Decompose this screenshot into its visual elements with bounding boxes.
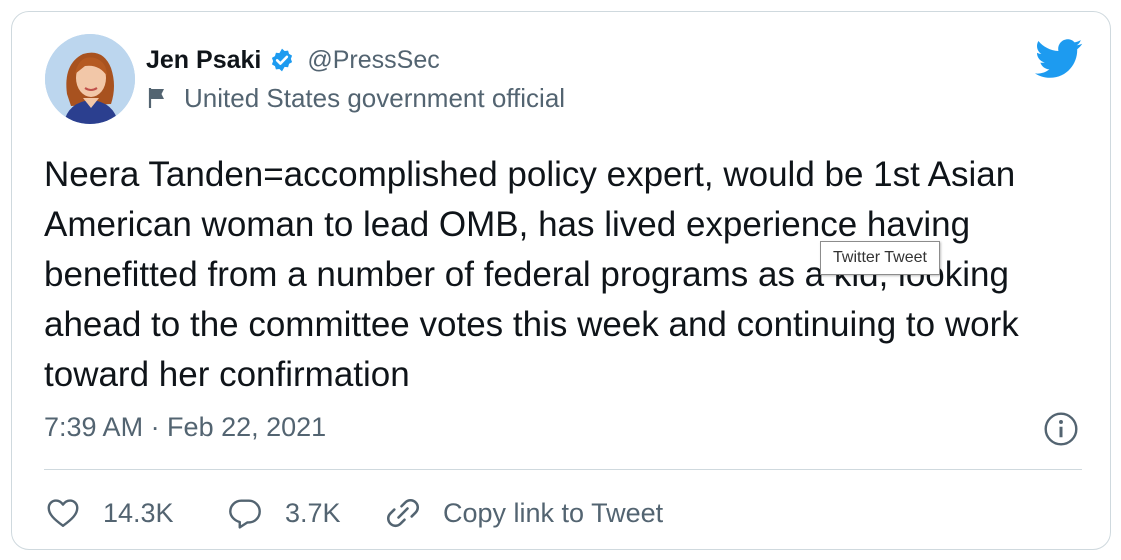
affiliation-row: United States government official [146, 80, 565, 116]
divider [44, 469, 1082, 470]
tweet-text: Neera Tanden=accomplished policy expert,… [44, 155, 1019, 394]
heart-icon [47, 499, 79, 527]
copy-link-label: Copy link to Tweet [443, 497, 664, 528]
tweet-timestamp[interactable]: 7:39 AM · Feb 22, 2021 [44, 412, 326, 443]
twitter-bird-icon[interactable] [1035, 39, 1083, 79]
reply-button[interactable]: 3.7K [227, 492, 341, 534]
info-icon[interactable] [1043, 411, 1079, 447]
verified-badge-icon [272, 48, 293, 72]
author-handle[interactable]: @PressSec [307, 46, 439, 75]
avatar-image [45, 34, 135, 124]
avatar[interactable] [45, 34, 135, 124]
author-row: Jen Psaki @PressSec [146, 42, 440, 78]
like-count: 14.3K [103, 497, 174, 528]
like-button[interactable]: 14.3K [45, 492, 174, 534]
affiliation-label: United States government official [184, 82, 566, 113]
flag-icon [148, 88, 164, 108]
author-name[interactable]: Jen Psaki [146, 46, 261, 75]
reply-count: 3.7K [285, 497, 341, 528]
copy-link-button[interactable]: Copy link to Tweet [385, 492, 663, 534]
tooltip: Twitter Tweet [820, 241, 940, 275]
reply-icon [229, 499, 261, 529]
tweet-card[interactable]: Jen Psaki @PressSec United States govern… [11, 11, 1111, 550]
link-icon [386, 498, 420, 528]
